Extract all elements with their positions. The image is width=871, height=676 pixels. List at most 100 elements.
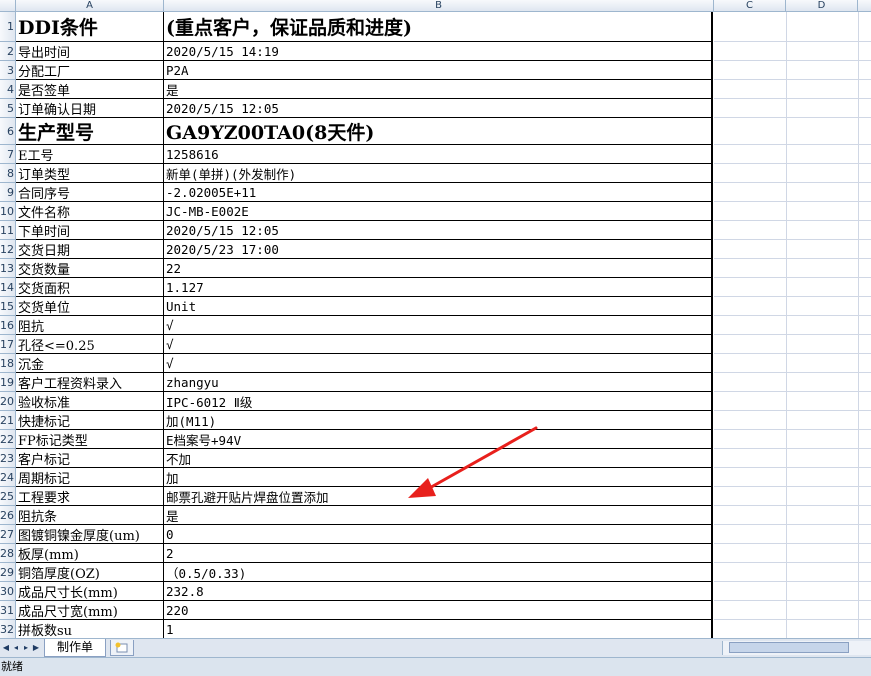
row-header[interactable]: 31	[0, 601, 16, 620]
row-header[interactable]: 10	[0, 202, 16, 221]
cell-value[interactable]: JC-MB-E002E	[164, 202, 713, 221]
cell-value[interactable]: 是	[164, 506, 713, 525]
cell-label[interactable]: DDI条件	[16, 12, 164, 42]
cell-label[interactable]: 订单类型	[16, 164, 164, 183]
cell-label[interactable]: 分配工厂	[16, 61, 164, 80]
insert-sheet-button[interactable]	[110, 640, 134, 656]
select-all-corner[interactable]	[0, 0, 16, 12]
cell-label[interactable]: 图镀铜镍金厚度(um)	[16, 525, 164, 544]
row-header[interactable]: 11	[0, 221, 16, 240]
first-sheet-icon[interactable]: ◀	[1, 642, 11, 654]
row-header[interactable]: 17	[0, 335, 16, 354]
cell-value[interactable]: 2020/5/15 12:05	[164, 99, 713, 118]
row-header[interactable]: 26	[0, 506, 16, 525]
row-header[interactable]: 6	[0, 118, 16, 145]
cell-label[interactable]: 快捷标记	[16, 411, 164, 430]
column-header-d[interactable]: D	[786, 0, 858, 12]
cell-label[interactable]: 下单时间	[16, 221, 164, 240]
cell-value[interactable]: GA9YZ00TA0(8天件)	[164, 118, 713, 145]
row-header[interactable]: 21	[0, 411, 16, 430]
cell-label[interactable]: E工号	[16, 145, 164, 164]
cell-label[interactable]: 成品尺寸长(mm)	[16, 582, 164, 601]
cell-label[interactable]: 沉金	[16, 354, 164, 373]
cell-value[interactable]: 22	[164, 259, 713, 278]
scrollbar-thumb[interactable]	[729, 642, 849, 653]
row-header[interactable]: 4	[0, 80, 16, 99]
cell-label[interactable]: 文件名称	[16, 202, 164, 221]
cell-value[interactable]: （0.5/0.33)	[164, 563, 713, 582]
cell-value[interactable]: 1.127	[164, 278, 713, 297]
cell-label[interactable]: 交货面积	[16, 278, 164, 297]
row-header[interactable]: 30	[0, 582, 16, 601]
row-header[interactable]: 16	[0, 316, 16, 335]
cell-label[interactable]: 铜箔厚度(OZ)	[16, 563, 164, 582]
row-header[interactable]: 29	[0, 563, 16, 582]
cell-value[interactable]: Unit	[164, 297, 713, 316]
cell-label[interactable]: 验收标准	[16, 392, 164, 411]
row-header[interactable]: 27	[0, 525, 16, 544]
row-header[interactable]: 25	[0, 487, 16, 506]
cell-value[interactable]: 1	[164, 620, 713, 638]
column-header-c[interactable]: C	[714, 0, 786, 12]
row-header[interactable]: 15	[0, 297, 16, 316]
next-sheet-icon[interactable]: ▸	[21, 642, 31, 654]
cell-label[interactable]: 是否签单	[16, 80, 164, 99]
cell-label[interactable]: 阻抗	[16, 316, 164, 335]
column-header-b[interactable]: B	[164, 0, 714, 12]
row-header[interactable]: 24	[0, 468, 16, 487]
cell-label[interactable]: 周期标记	[16, 468, 164, 487]
row-header[interactable]: 23	[0, 449, 16, 468]
cell-value[interactable]: √	[164, 316, 713, 335]
cell-value[interactable]: 是	[164, 80, 713, 99]
prev-sheet-icon[interactable]: ◂	[11, 642, 21, 654]
row-header[interactable]: 7	[0, 145, 16, 164]
worksheet[interactable]: A B C D 1 DDI条件 (重点客户，保证品质和进度) 2 导出时间 2020/5/…	[0, 0, 871, 638]
cell-label[interactable]: 拼板数su	[16, 620, 164, 638]
cell-label[interactable]: 客户工程资料录入	[16, 373, 164, 392]
cell-label[interactable]: 交货单位	[16, 297, 164, 316]
row-header[interactable]: 28	[0, 544, 16, 563]
cell-value[interactable]: √	[164, 335, 713, 354]
column-header-e[interactable]	[858, 0, 871, 12]
cell-value[interactable]: 0	[164, 525, 713, 544]
horizontal-scrollbar[interactable]	[722, 641, 871, 655]
cell-label[interactable]: 板厚(mm)	[16, 544, 164, 563]
row-header[interactable]: 9	[0, 183, 16, 202]
row-header[interactable]: 1	[0, 12, 16, 42]
cell-label[interactable]: 订单确认日期	[16, 99, 164, 118]
cell-label[interactable]: 交货数量	[16, 259, 164, 278]
cell-value[interactable]: 1258616	[164, 145, 713, 164]
cell-value[interactable]: 220	[164, 601, 713, 620]
cell-value[interactable]: zhangyu	[164, 373, 713, 392]
cell-value[interactable]: IPC-6012 Ⅱ级	[164, 392, 713, 411]
row-header[interactable]: 13	[0, 259, 16, 278]
cell-label[interactable]: 工程要求	[16, 487, 164, 506]
cell-label[interactable]: 交货日期	[16, 240, 164, 259]
cell-value[interactable]: 232.8	[164, 582, 713, 601]
row-header[interactable]: 22	[0, 430, 16, 449]
row-header[interactable]: 14	[0, 278, 16, 297]
row-header[interactable]: 12	[0, 240, 16, 259]
cell-label[interactable]: 生产型号	[16, 118, 164, 145]
cell-value[interactable]: 2	[164, 544, 713, 563]
cell-value[interactable]: 2020/5/23 17:00	[164, 240, 713, 259]
cell-label[interactable]: 孔径<=0.25	[16, 335, 164, 354]
cell-value[interactable]: (重点客户，保证品质和进度)	[164, 12, 713, 42]
last-sheet-icon[interactable]: ▶	[31, 642, 41, 654]
row-header[interactable]: 8	[0, 164, 16, 183]
cell-value[interactable]: 2020/5/15 14:19	[164, 42, 713, 61]
cell-label[interactable]: 阻抗条	[16, 506, 164, 525]
cell-value[interactable]: P2A	[164, 61, 713, 80]
cell-value[interactable]: √	[164, 354, 713, 373]
sheet-tab-active[interactable]: 制作单	[44, 639, 106, 657]
cell-label[interactable]: 导出时间	[16, 42, 164, 61]
row-header[interactable]: 5	[0, 99, 16, 118]
cell-value[interactable]: 新单(单拼)(外发制作)	[164, 164, 713, 183]
cell-value[interactable]: -2.02005E+11	[164, 183, 713, 202]
row-header[interactable]: 20	[0, 392, 16, 411]
row-header[interactable]: 18	[0, 354, 16, 373]
row-header[interactable]: 2	[0, 42, 16, 61]
row-header[interactable]: 3	[0, 61, 16, 80]
cell-label[interactable]: 成品尺寸宽(mm)	[16, 601, 164, 620]
cell-label[interactable]: 合同序号	[16, 183, 164, 202]
